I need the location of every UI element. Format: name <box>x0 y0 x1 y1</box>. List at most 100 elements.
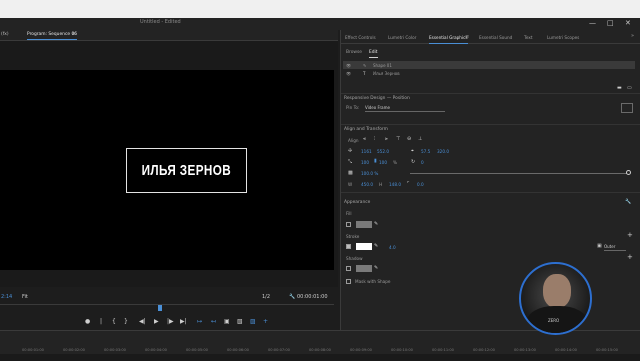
timeline-tick: 00:00:14:00 <box>555 348 577 352</box>
webcam-overlay: ZERO <box>519 262 592 335</box>
anchor-y[interactable]: 320.0 <box>437 149 449 154</box>
scale-width[interactable]: 100 <box>361 160 369 165</box>
anchor-x[interactable]: 57.5 <box>421 149 430 154</box>
tab-fx[interactable]: (fx) <box>1 32 9 37</box>
stroke-checkbox[interactable] <box>346 244 351 249</box>
folder-icon[interactable]: ▭ <box>627 85 632 91</box>
fill-swatch[interactable] <box>356 221 372 228</box>
align-middle-icon[interactable]: ⊖ <box>407 136 411 142</box>
comparison-view-button[interactable]: ▨ <box>250 318 256 325</box>
tab-program[interactable]: Program: Sequence 06 <box>27 32 78 40</box>
lift-button[interactable]: ▣ <box>224 318 230 325</box>
close-button[interactable]: ✕ <box>625 19 631 27</box>
timeline-tick: 00:00:09:00 <box>350 348 372 352</box>
panel-menu-icon[interactable]: ≡ <box>465 34 469 40</box>
pin-to-dropdown[interactable]: Video Frame <box>365 105 445 112</box>
quality-dropdown[interactable]: 1/2 <box>262 294 270 300</box>
rotation-value[interactable]: 0 <box>421 160 424 165</box>
new-layer-icon[interactable]: ▬ <box>617 85 622 91</box>
timeline-tick: 00:00:06:00 <box>227 348 249 352</box>
tab-lumetri-color[interactable]: Lumetri Color <box>388 35 416 40</box>
shadow-checkbox[interactable] <box>346 266 351 271</box>
eyedropper-icon[interactable]: ✎ <box>374 265 378 271</box>
fit-dropdown[interactable]: Fit <box>22 294 28 300</box>
corner-radius[interactable]: 0.0 <box>417 182 424 187</box>
timeline-tick: 00:00:01:00 <box>22 348 44 352</box>
tab-effect-controls[interactable]: Effect Controls <box>345 35 376 40</box>
timeline-tick: 00:00:08:00 <box>309 348 331 352</box>
pin-to-widget[interactable] <box>621 103 633 113</box>
add-shadow-icon[interactable]: + <box>627 253 633 261</box>
safe-margins-button[interactable]: + <box>263 318 268 325</box>
position-y[interactable]: 552.0 <box>377 149 389 154</box>
go-to-in-button[interactable]: } <box>124 318 128 325</box>
step-back-button[interactable]: ◀| <box>139 318 146 325</box>
title-graphic[interactable]: ИЛЬЯ ЗЕРНОВ <box>126 148 247 193</box>
appearance-heading: Appearance <box>344 200 371 205</box>
play-button[interactable]: ▶ <box>154 318 159 325</box>
shirt-logo: ZERO <box>548 318 560 323</box>
panel-overflow-icon[interactable]: » <box>631 33 634 39</box>
add-marker-button[interactable]: ● <box>85 318 90 325</box>
insert-button[interactable]: ↦ <box>197 318 202 325</box>
mark-out-button[interactable]: { <box>112 318 116 325</box>
stroke-width[interactable]: 4.0 <box>389 245 396 250</box>
wrench-icon[interactable]: 🔧 <box>289 294 295 300</box>
mask-checkbox[interactable] <box>346 279 351 284</box>
stroke-type-dropdown[interactable]: Outer <box>604 244 626 251</box>
mark-in-button[interactable]: | <box>100 318 102 325</box>
opacity-slider-track[interactable] <box>410 173 628 174</box>
tab-essential-sound[interactable]: Essential Sound <box>479 35 512 40</box>
title-text: ИЛЬЯ ЗЕРНОВ <box>141 162 232 179</box>
align-left-icon[interactable]: ⫷ <box>363 136 366 142</box>
timeline-tick: 00:00:13:00 <box>514 348 536 352</box>
tab-text[interactable]: Text <box>524 35 532 40</box>
monitor-ruler[interactable] <box>0 304 334 305</box>
shape-height[interactable]: 148.0 <box>389 182 401 187</box>
pen-icon: ✎ <box>363 62 367 68</box>
shadow-swatch[interactable] <box>356 265 372 272</box>
add-stroke-icon[interactable]: + <box>627 231 633 239</box>
playhead-marker[interactable] <box>158 305 162 311</box>
maximize-button[interactable]: □ <box>607 19 614 27</box>
wrench-icon[interactable]: 🔧 <box>625 199 631 205</box>
opacity-slider-handle[interactable] <box>626 170 631 175</box>
text-type-icon: T <box>363 70 366 76</box>
minimize-button[interactable]: — <box>589 19 596 27</box>
layer-row-shape[interactable]: 👁 ✎ Shape 01 <box>343 61 635 69</box>
align-right-icon[interactable]: ⫸ <box>385 136 388 142</box>
opacity-value[interactable]: 100.0 % <box>361 171 378 176</box>
align-center-icon[interactable]: ⫶ <box>374 136 375 142</box>
export-frame-button[interactable]: ▧ <box>237 318 243 325</box>
scale-height[interactable]: 100 <box>379 160 387 165</box>
stroke-swatch[interactable] <box>356 243 372 250</box>
timeline-tick: 00:00:15:00 <box>596 348 618 352</box>
monitor-controls: 2:14 Fit 1/2 🔧 00:00:01:00 ● | { } ◀| ▶ … <box>0 290 338 330</box>
subtab-browse[interactable]: Browse <box>346 50 362 55</box>
responsive-heading: Responsive Design — Position <box>344 96 410 101</box>
go-to-out-button[interactable]: ▶| <box>180 318 187 325</box>
overwrite-button[interactable]: ↤ <box>211 318 216 325</box>
eye-icon[interactable]: 👁 <box>346 71 351 76</box>
eyedropper-icon[interactable]: ✎ <box>374 243 378 249</box>
align-top-icon[interactable]: ⊤ <box>396 136 400 142</box>
tab-essential-graphics[interactable]: Essential Graphics <box>429 35 468 44</box>
link-icon[interactable]: ▮ <box>374 158 377 164</box>
fill-checkbox[interactable] <box>346 222 351 227</box>
step-forward-button[interactable]: |▶ <box>167 318 174 325</box>
tab-lumetri-scopes[interactable]: Lumetri Scopes <box>547 35 579 40</box>
eye-icon[interactable]: 👁 <box>346 63 351 68</box>
layer-row-text[interactable]: 👁 T Илья Зернов <box>343 69 635 77</box>
align-bottom-icon[interactable]: ⊥ <box>418 136 422 142</box>
divider <box>341 124 640 125</box>
pin-to-label: Pin To: <box>346 105 360 110</box>
shape-width[interactable]: 450.0 <box>361 182 373 187</box>
scale-icon: ⤡ <box>348 159 353 165</box>
timecode-current[interactable]: 2:14 <box>1 294 12 300</box>
eyedropper-icon[interactable]: ✎ <box>374 221 378 227</box>
timecode-duration: 00:00:01:00 <box>297 294 328 300</box>
tab-menu-icon[interactable]: ≡ <box>72 32 76 37</box>
position-x[interactable]: 1161 <box>361 149 372 154</box>
subtab-edit[interactable]: Edit <box>369 50 378 58</box>
panel-tabs: Effect Controls Lumetri Color Essential … <box>341 30 640 44</box>
